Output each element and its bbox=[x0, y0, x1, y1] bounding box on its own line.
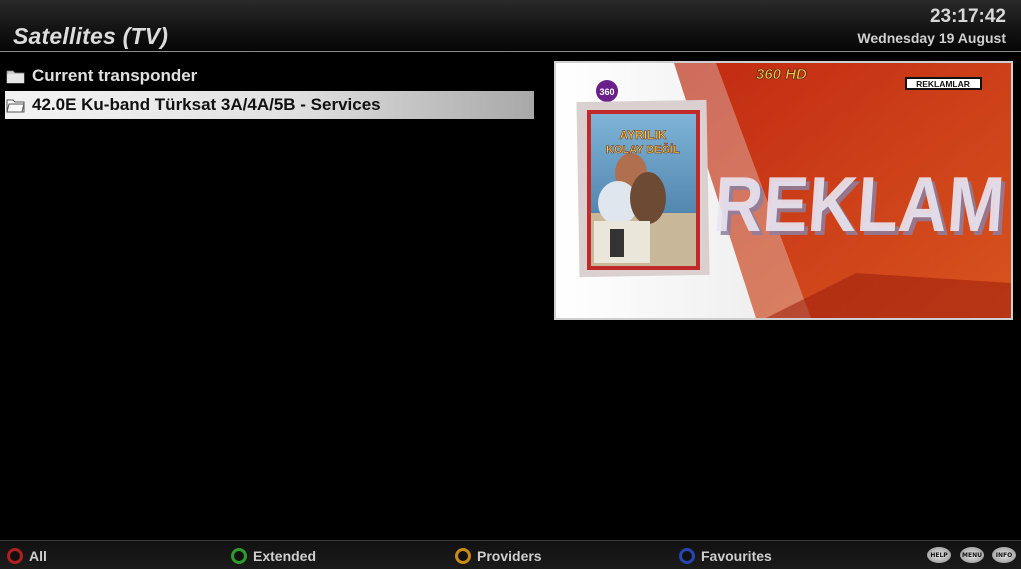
menu-key-icon[interactable]: MENU bbox=[960, 547, 984, 563]
list-item-turksat-services[interactable]: 42.0E Ku-band Türksat 3A/4A/5B - Service… bbox=[5, 91, 534, 119]
providers-button-label: Providers bbox=[477, 548, 542, 564]
satellite-list: Current transponder 42.0E Ku-band Türksa… bbox=[5, 62, 535, 120]
list-item-label: Current transponder bbox=[32, 66, 198, 85]
blue-button-icon bbox=[679, 548, 695, 564]
info-key-icon[interactable]: INFO bbox=[992, 547, 1016, 563]
folder-icon bbox=[6, 70, 25, 84]
date-label: Wednesday 19 August bbox=[857, 30, 1006, 46]
all-button[interactable]: All bbox=[7, 548, 47, 564]
channel-name-label: 360 HD bbox=[756, 66, 807, 83]
yellow-button-icon bbox=[455, 548, 471, 564]
help-key-icon[interactable]: HELP bbox=[927, 547, 951, 563]
favourites-button[interactable]: Favourites bbox=[679, 548, 772, 564]
poster-title-2: KOLAY DEĞİL bbox=[606, 143, 680, 156]
poster-title-1: AYRILIK bbox=[620, 128, 667, 142]
red-button-icon bbox=[7, 548, 23, 564]
channel-logo-text: 360 bbox=[599, 87, 614, 97]
clock: 23:17:42 bbox=[929, 6, 1006, 27]
ad-badge: REKLAMLAR bbox=[916, 79, 970, 89]
favourites-button-label: Favourites bbox=[701, 548, 772, 564]
reklam-text: REKLAM bbox=[711, 160, 1007, 248]
footer-bar: All Extended Providers Favourites HELP M… bbox=[0, 540, 1021, 569]
green-button-icon bbox=[231, 548, 247, 564]
preview-image: 360 360 HD REKLAMLAR AYRILIK KOLAY DEĞİL… bbox=[556, 63, 1011, 318]
all-button-label: All bbox=[29, 548, 47, 564]
list-item-current-transponder[interactable]: Current transponder bbox=[5, 62, 534, 90]
providers-button[interactable]: Providers bbox=[455, 548, 542, 564]
folder-icon bbox=[6, 99, 25, 113]
tv-preview: 360 360 HD REKLAMLAR AYRILIK KOLAY DEĞİL… bbox=[554, 61, 1013, 320]
header-bar: Satellites (TV) 23:17:42 Wednesday 19 Au… bbox=[0, 0, 1021, 52]
extended-button-label: Extended bbox=[253, 548, 317, 564]
list-item-label: 42.0E Ku-band Türksat 3A/4A/5B - Service… bbox=[32, 95, 381, 114]
page-title: Satellites (TV) bbox=[13, 23, 169, 49]
extended-button[interactable]: Extended bbox=[231, 548, 316, 564]
